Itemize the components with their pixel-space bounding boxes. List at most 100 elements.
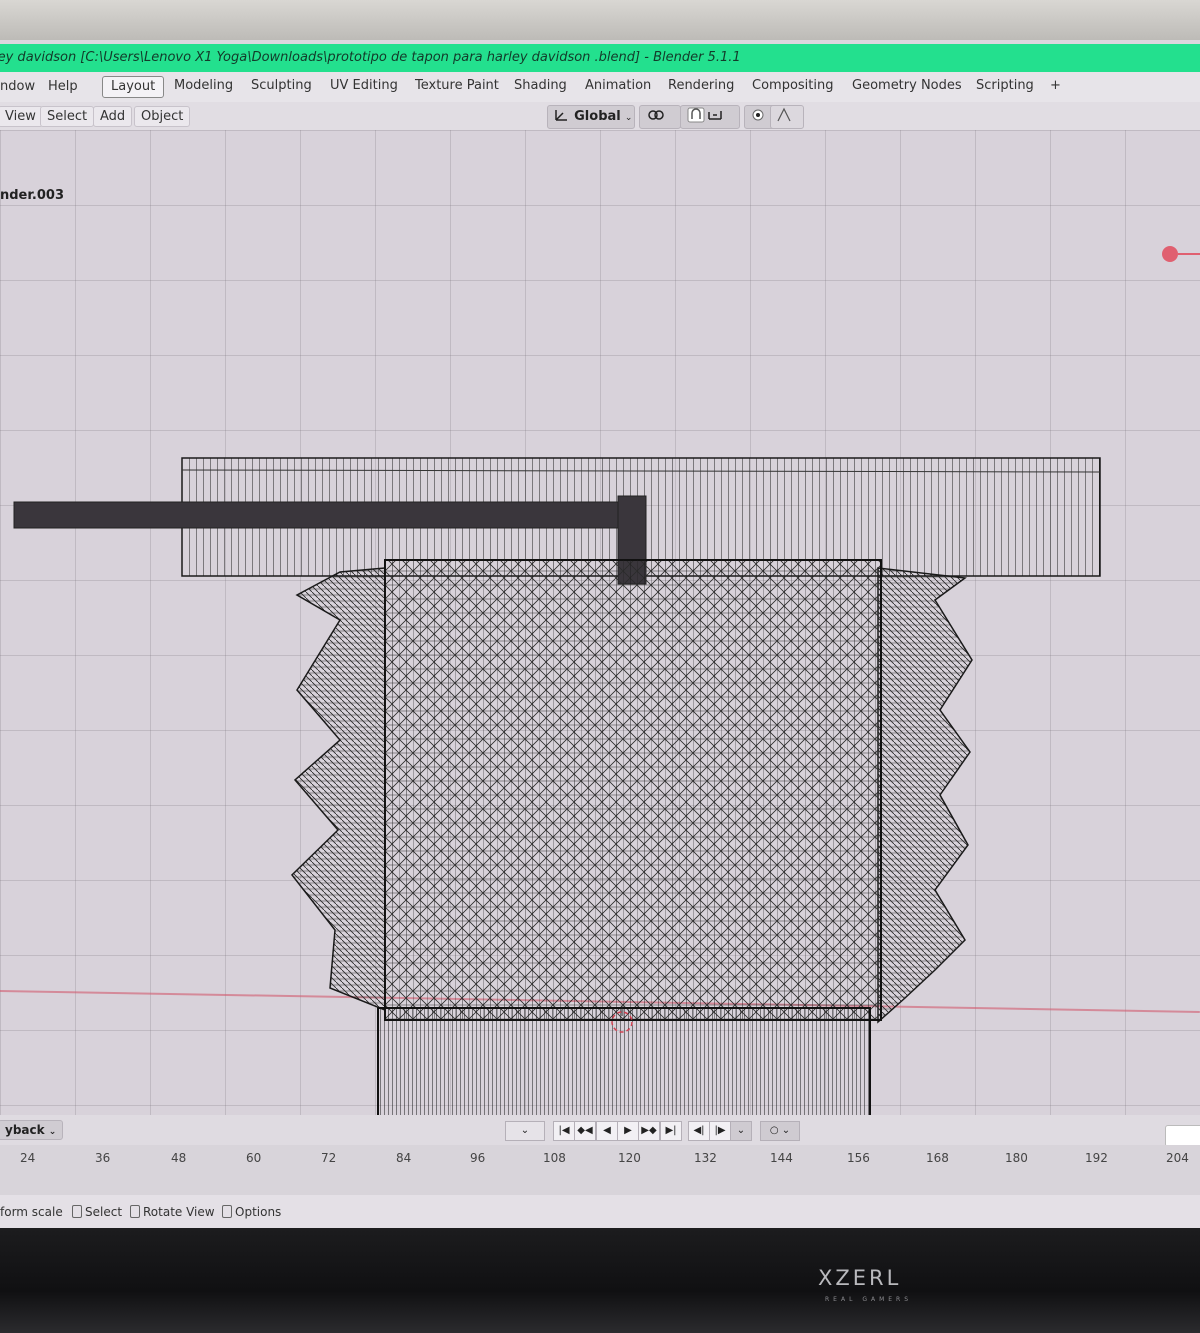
transform-orientation-dropdown[interactable]: Global ⌄ <box>547 105 635 129</box>
proportional-edit-icon <box>752 109 764 121</box>
status-bar: form scale Select Rotate View Options <box>0 1195 1200 1230</box>
add-workspace-button[interactable]: + <box>1042 76 1069 96</box>
record-icon: ○ ⌄ <box>769 1125 791 1136</box>
cylinder-skirt <box>377 1007 871 1117</box>
auto-keying-dropdown[interactable]: ○ ⌄ <box>760 1121 800 1141</box>
current-frame-field[interactable] <box>1165 1125 1200 1147</box>
timeline-controls: yback ⌄ ⌄ |◀ ◆◀ ◀ ▶ ▶◆ ▶| ◀| |▶ ⌄ ○ ⌄ <box>0 1115 1200 1147</box>
monitor-bezel <box>0 1228 1200 1333</box>
playback-label: yback <box>5 1123 45 1137</box>
tab-modeling[interactable]: Modeling <box>166 76 241 96</box>
tab-compositing[interactable]: Compositing <box>744 76 842 96</box>
frame-tick: 120 <box>618 1151 641 1165</box>
frame-tick: 24 <box>20 1151 36 1165</box>
falloff-curve-icon <box>777 107 791 122</box>
next-frame-icon: |▶ <box>714 1125 726 1136</box>
background-wall <box>0 0 1200 40</box>
chevron-down-icon: ⌄ <box>624 113 633 123</box>
orientation-icon <box>555 110 567 121</box>
thread-left <box>290 567 386 1012</box>
tab-layout[interactable]: Layout <box>102 76 165 98</box>
next-keyframe-button[interactable]: ▶◆ <box>638 1121 660 1141</box>
chevron-down-icon: ⌄ <box>48 1127 57 1137</box>
cylinder-body <box>384 559 882 1021</box>
frame-tick: 132 <box>694 1151 717 1165</box>
tab-texture-paint[interactable]: Texture Paint <box>407 76 507 96</box>
play-button[interactable]: ▶ <box>617 1121 639 1141</box>
monitor-screen: ley davidson [C:\Users\Lenovo X1 Yoga\Do… <box>0 40 1200 1230</box>
status-rotate-label: Rotate View <box>143 1205 215 1219</box>
mouse-left-icon <box>72 1205 82 1218</box>
tab-uv-editing[interactable]: UV Editing <box>322 76 406 96</box>
viewport-header: View Select Add Object Global ⌄ <box>0 102 1200 130</box>
frame-tick: 180 <box>1005 1151 1028 1165</box>
play-reverse-button[interactable]: ◀ <box>596 1121 618 1141</box>
frame-tick: 168 <box>926 1151 949 1165</box>
next-frame-button[interactable]: |▶ <box>709 1121 731 1141</box>
menu-window[interactable]: ndow <box>0 79 35 94</box>
playback-dropdown[interactable]: yback ⌄ <box>0 1120 64 1140</box>
prev-keyframe-icon: ◆◀ <box>577 1125 593 1136</box>
top-menu-bar: ndow Help Layout Modeling Sculpting UV E… <box>0 72 1200 102</box>
frame-tick: 48 <box>171 1151 187 1165</box>
chevron-down-icon: ⌄ <box>520 1125 530 1136</box>
prev-frame-icon: ◀| <box>693 1125 705 1136</box>
jump-start-button[interactable]: |◀ <box>553 1121 575 1141</box>
frame-tick: 156 <box>847 1151 870 1165</box>
monitor-brand-subtitle: REAL GAMERS <box>825 1296 913 1303</box>
status-select: Select <box>72 1205 122 1219</box>
window-title: ley davidson [C:\Users\Lenovo X1 Yoga\Do… <box>0 50 741 65</box>
status-rotate-view: Rotate View <box>130 1205 215 1219</box>
mouse-middle-icon <box>130 1205 140 1218</box>
tab-animation[interactable]: Animation <box>577 76 659 96</box>
snap-dropdown[interactable] <box>680 105 740 129</box>
status-select-label: Select <box>85 1205 123 1219</box>
jump-start-icon: |◀ <box>558 1125 570 1136</box>
chevron-down-icon: ⌄ <box>736 1125 746 1136</box>
view-menu[interactable]: View <box>0 106 43 127</box>
3d-viewport[interactable]: nder.003 <box>0 130 1200 1160</box>
tab-rendering[interactable]: Rendering <box>660 76 742 96</box>
falloff-dropdown[interactable] <box>770 105 804 129</box>
orientation-label: Global <box>574 109 621 124</box>
next-keyframe-icon: ▶◆ <box>641 1125 657 1136</box>
pivot-point-dropdown[interactable] <box>639 105 681 129</box>
frame-tick: 84 <box>396 1151 412 1165</box>
wireframe-mesh <box>13 246 1200 1117</box>
prev-frame-button[interactable]: ◀| <box>688 1121 710 1141</box>
frame-tick: 96 <box>470 1151 486 1165</box>
link-icon <box>648 110 664 120</box>
frame-tick: 144 <box>770 1151 793 1165</box>
tab-sculpting[interactable]: Sculpting <box>243 76 320 96</box>
frame-tick: 72 <box>321 1151 337 1165</box>
status-transform-scale: form scale <box>0 1205 63 1219</box>
navigation-gizmo[interactable] <box>1162 246 1200 262</box>
play-icon: ▶ <box>624 1125 632 1136</box>
mouse-right-icon <box>222 1205 232 1218</box>
frame-tick: 192 <box>1085 1151 1108 1165</box>
frame-step-dropdown[interactable]: ⌄ <box>730 1121 752 1141</box>
tab-shading[interactable]: Shading <box>506 76 575 96</box>
tab-geometry-nodes[interactable]: Geometry Nodes <box>844 76 970 96</box>
status-options-label: Options <box>235 1205 282 1219</box>
select-menu[interactable]: Select <box>40 106 95 127</box>
play-reverse-icon: ◀ <box>603 1125 611 1136</box>
frame-tick: 204 <box>1166 1151 1189 1165</box>
monitor-brand-logo: XZERL <box>818 1266 902 1290</box>
timeline-editor: yback ⌄ ⌄ |◀ ◆◀ ◀ ▶ ▶◆ ▶| ◀| |▶ ⌄ ○ ⌄ 24… <box>0 1115 1200 1195</box>
thread-right <box>877 567 973 1024</box>
keying-dropdown[interactable]: ⌄ <box>505 1121 545 1141</box>
jump-end-button[interactable]: ▶| <box>660 1121 682 1141</box>
frame-tick: 60 <box>246 1151 262 1165</box>
menu-help[interactable]: Help <box>48 79 78 94</box>
window-title-bar: ley davidson [C:\Users\Lenovo X1 Yoga\Do… <box>0 44 1200 72</box>
frame-tick: 108 <box>543 1151 566 1165</box>
tab-scripting[interactable]: Scripting <box>968 76 1042 96</box>
frame-ruler: 24 36 48 60 72 84 96 108 120 132 144 156… <box>0 1145 1200 1195</box>
magnet-icon <box>687 107 722 123</box>
object-menu[interactable]: Object <box>134 106 191 127</box>
status-options: Options <box>222 1205 281 1219</box>
jump-end-icon: ▶| <box>665 1125 677 1136</box>
add-menu[interactable]: Add <box>93 106 133 127</box>
prev-keyframe-button[interactable]: ◆◀ <box>574 1121 596 1141</box>
